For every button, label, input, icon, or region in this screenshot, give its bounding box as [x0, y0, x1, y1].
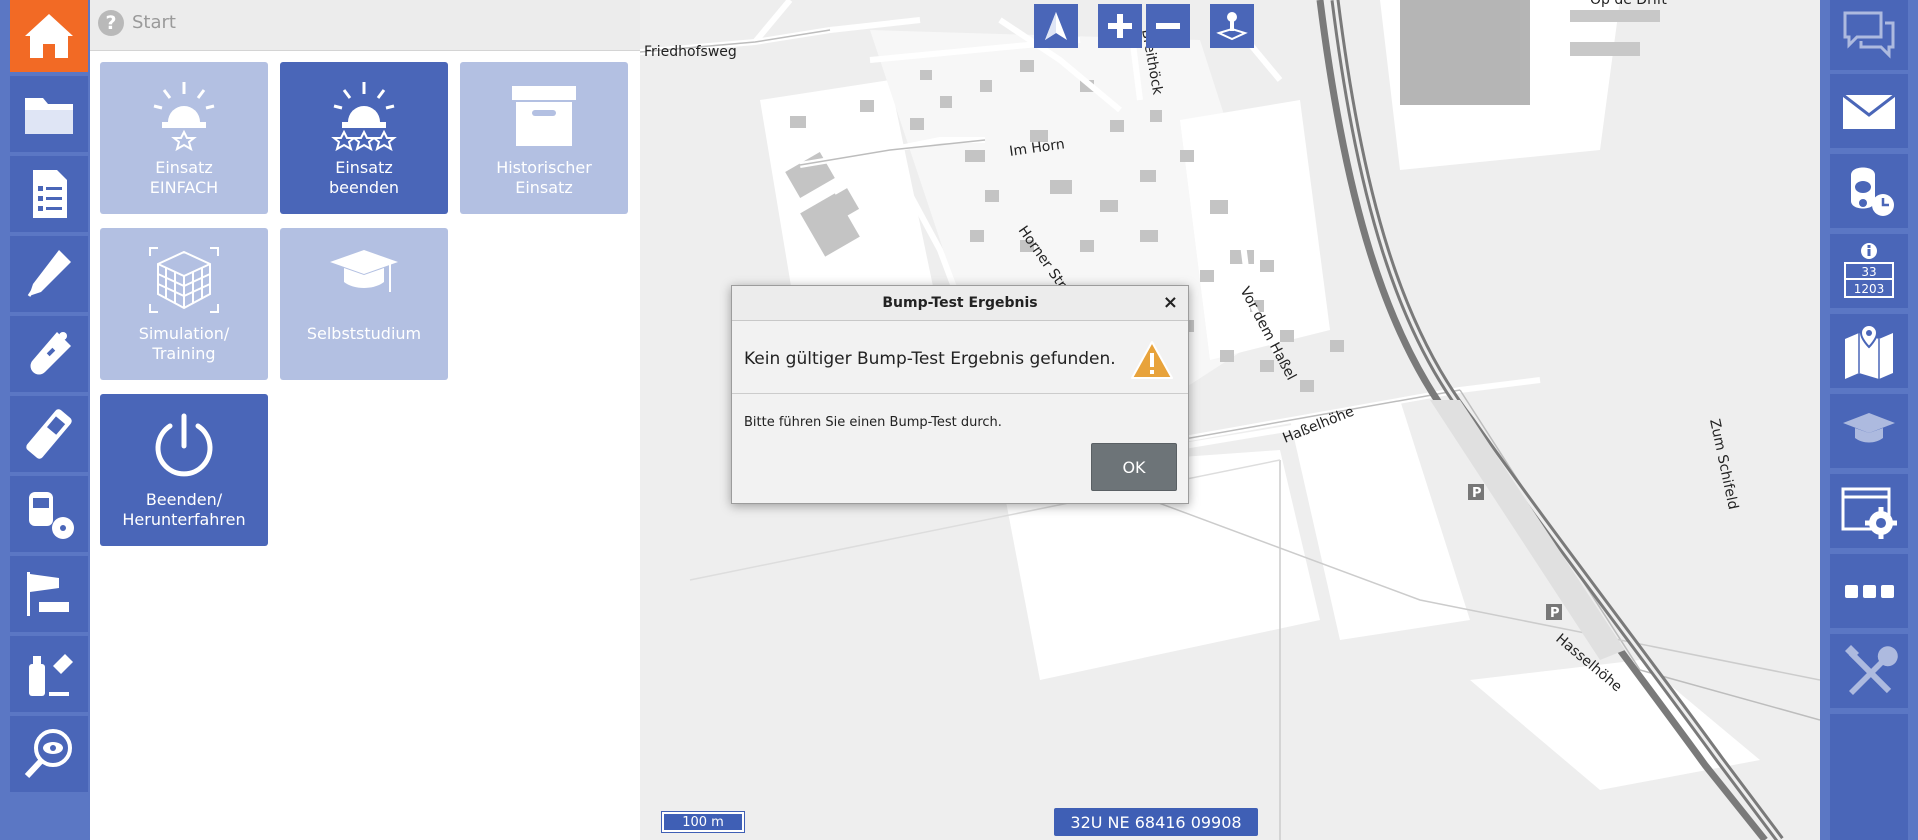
tile-label: Beenden/ Herunterfahren: [122, 490, 246, 529]
tile-selbststudium[interactable]: Selbststudium: [280, 228, 448, 380]
left-sidebar: [0, 0, 90, 840]
envelope-icon: [1842, 93, 1896, 129]
radiation-button[interactable]: [10, 476, 88, 552]
tile-historischer-einsatz[interactable]: Historischer Einsatz: [460, 62, 628, 214]
help-icon[interactable]: ?: [98, 10, 124, 36]
bump-test-dialog: Bump-Test Ergebnis × Kein gültiger Bump-…: [731, 285, 1189, 504]
graduation-cap-icon: [330, 250, 398, 292]
tile-label: Einsatz EINFACH: [149, 158, 219, 197]
handheld-button[interactable]: [10, 396, 88, 472]
dialog-title: Bump-Test Ergebnis: [882, 295, 1038, 311]
zoom-out-button[interactable]: [1146, 4, 1190, 48]
checklist-icon: [33, 170, 67, 218]
inspect-button[interactable]: [10, 716, 88, 792]
north-arrow-button[interactable]: [1034, 4, 1078, 48]
map-scale: 100 m: [661, 811, 745, 833]
gas-detector-button[interactable]: [10, 316, 88, 392]
more-dots-icon: [1845, 585, 1894, 598]
ok-button[interactable]: OK: [1091, 443, 1177, 491]
dialog-instruction: Bitte führen Sie einen Bump-Test durch.: [744, 415, 1002, 430]
zoom-out-icon: [1156, 23, 1180, 29]
chat-button[interactable]: [1830, 0, 1908, 70]
dialog-separator: [732, 393, 1188, 394]
mail-button[interactable]: [1830, 74, 1908, 148]
warning-icon: [1131, 341, 1173, 379]
joystick-button[interactable]: [1210, 4, 1254, 48]
settings-button[interactable]: [1830, 474, 1908, 548]
radiation-meter-icon: [29, 492, 74, 539]
chat-bubbles-icon: [1843, 11, 1895, 59]
panel-title: Start: [132, 12, 176, 33]
north-arrow-icon: [1045, 12, 1067, 40]
checklist-button[interactable]: [10, 156, 88, 232]
tile-simulation-training[interactable]: Simulation/ Training: [100, 228, 268, 380]
tile-beenden-herunterfahren[interactable]: Beenden/ Herunterfahren: [100, 394, 268, 546]
windsock-button[interactable]: [10, 556, 88, 632]
start-panel: ? Start Einsatz EINFACH Einsatz beenden: [90, 0, 641, 840]
study-button[interactable]: [1830, 394, 1908, 468]
settings-window-icon: [1841, 487, 1897, 539]
parking-label: P: [1550, 606, 1560, 621]
windsock-icon: [27, 572, 69, 616]
folder-button[interactable]: [10, 76, 88, 152]
right-sidebar: 33 1203: [1820, 0, 1918, 840]
hazard-number: 33: [1861, 265, 1876, 279]
coordinate-readout: 32U NE 68416 09908: [1054, 808, 1258, 836]
siren-star-icon: [153, 82, 215, 152]
tile-label: Selbststudium: [306, 324, 422, 343]
map-pin-button[interactable]: [1830, 314, 1908, 388]
empty-slot: [1830, 714, 1908, 840]
home-button[interactable]: [10, 0, 88, 72]
handheld-device-icon: [26, 409, 72, 459]
probe-pen-icon: [27, 250, 71, 297]
gas-detector-icon: [30, 332, 72, 375]
hazard-info-panel-icon: 33 1203: [1844, 243, 1894, 298]
map-pin-icon: [1845, 323, 1893, 379]
breathing-timer-button[interactable]: [1830, 154, 1908, 228]
graduation-cap-icon: [1843, 413, 1895, 443]
dialog-titlebar[interactable]: Bump-Test Ergebnis ×: [732, 286, 1188, 321]
street-label: Friedhofsweg: [644, 44, 737, 60]
tile-label: Historischer Einsatz: [496, 158, 592, 197]
tile-label: Simulation/ Training: [138, 324, 230, 363]
home-icon: [25, 14, 73, 58]
folder-icon: [25, 98, 73, 134]
chemical-bottles-icon: [29, 654, 73, 696]
hazard-info-button[interactable]: 33 1203: [1830, 234, 1908, 308]
joystick-icon: [1216, 12, 1248, 41]
parking-label: P: [1472, 486, 1482, 501]
probe-button[interactable]: [10, 236, 88, 312]
archive-box-icon: [512, 86, 576, 146]
zoom-in-button[interactable]: [1098, 4, 1142, 48]
zoom-in-icon: [1108, 14, 1132, 38]
street-label: Op de Drift: [1590, 0, 1667, 8]
tile-label: Einsatz beenden: [328, 158, 400, 197]
tile-einsatz-einfach[interactable]: Einsatz EINFACH: [100, 62, 268, 214]
panel-header: ? Start: [90, 0, 640, 51]
breathing-mask-clock-icon: [1851, 167, 1894, 216]
tools-button[interactable]: [1830, 634, 1908, 708]
magnifier-eye-icon: [24, 729, 72, 779]
tile-einsatz-beenden[interactable]: Einsatz beenden: [280, 62, 448, 214]
cube-3d-icon: [149, 247, 219, 313]
siren-three-stars-icon: [331, 82, 397, 152]
tools-icon: [1845, 645, 1898, 695]
close-icon[interactable]: ×: [1163, 292, 1178, 313]
dialog-message: Kein gültiger Bump-Test Ergebnis gefunde…: [744, 349, 1116, 369]
un-number: 1203: [1854, 282, 1885, 296]
chemicals-button[interactable]: [10, 636, 88, 712]
power-icon: [155, 413, 213, 477]
more-button[interactable]: [1830, 554, 1908, 628]
